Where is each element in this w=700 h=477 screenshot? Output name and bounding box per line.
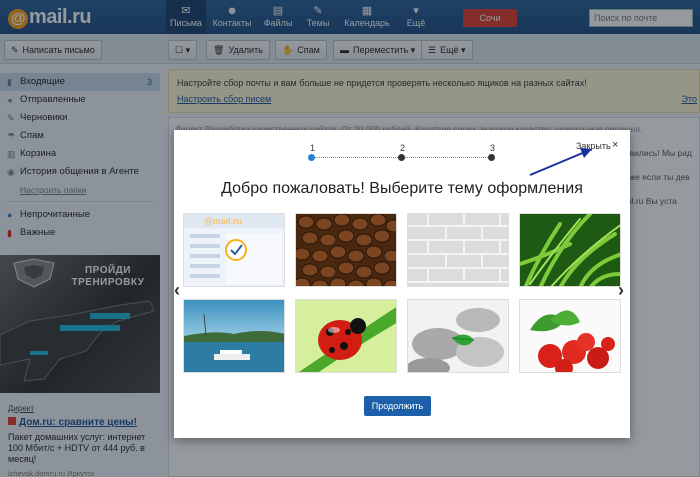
step-dot-active [308,154,315,161]
theme-welcome-modal: Закрыть × 1 2 3 Добро пожаловать! Выбери… [174,130,630,438]
ladybug-image [296,300,396,372]
grass-image [520,214,620,286]
theme-tile-default[interactable]: @mail.ru [183,213,285,287]
step-number: 1 [310,143,316,153]
theme-tile-brick[interactable] [407,213,509,287]
ship-image [184,300,284,372]
close-icon[interactable]: × [612,139,618,151]
theme-tile-coffee[interactable] [295,213,397,287]
brick-image [408,214,508,286]
theme-tile-ladybug[interactable] [295,299,397,373]
theme-tile-stones[interactable] [407,299,509,373]
continue-button[interactable]: Продолжить [364,396,431,416]
close-link[interactable]: Закрыть [576,141,611,151]
strawberry-image [520,300,620,372]
theme-tile-ship[interactable] [183,299,285,373]
theme-tile-grass[interactable] [519,213,621,287]
modal-title: Добро пожаловать! Выберите тему оформлен… [221,180,583,197]
step-dot [488,154,495,161]
stones-image [408,300,508,372]
step-number: 3 [490,143,496,153]
step-dot [398,154,405,161]
step-number: 2 [400,143,406,153]
chevron-left-icon[interactable]: ‹ [174,280,180,301]
coffee-image [296,214,396,286]
theme-tile-strawberry[interactable] [519,299,621,373]
theme-logo: @mail.ru [204,216,243,226]
step-indicator: 1 2 3 [308,143,498,162]
